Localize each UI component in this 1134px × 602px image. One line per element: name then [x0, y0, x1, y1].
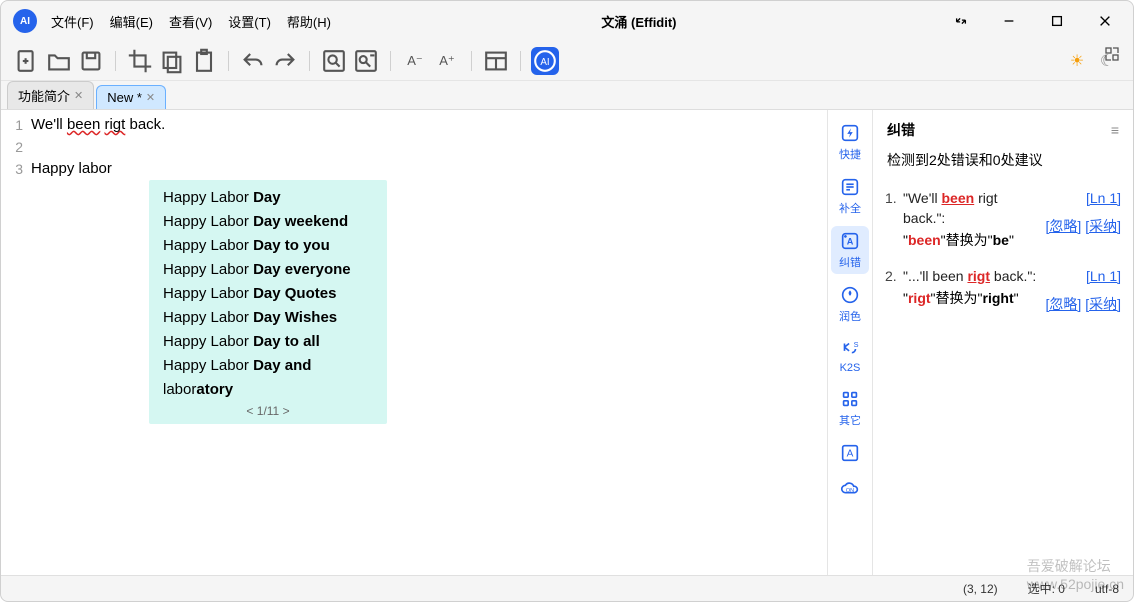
menu-item[interactable]: 设置(T) — [222, 8, 277, 35]
svg-text:S: S — [854, 340, 859, 349]
status-bar: (3, 12) 选中: 0 utf-8 — [1, 575, 1133, 601]
issue-ignore-link[interactable]: [忽略] — [1046, 218, 1082, 234]
window-title: 文涌 (Effidit) — [337, 12, 941, 31]
menu-item[interactable]: 帮助(H) — [281, 8, 337, 35]
suggestion-item[interactable]: Happy Labor Day — [149, 186, 387, 210]
panel-menu-icon[interactable]: ≡ — [1111, 122, 1119, 138]
panel-summary: 检测到2处错误和0处建议 — [873, 146, 1133, 180]
crop-button[interactable] — [126, 47, 154, 75]
svg-text:A: A — [847, 237, 854, 247]
editor-area[interactable]: 1We'll been rigt back.23Happy labor Happ… — [1, 110, 827, 575]
issue-line-link[interactable]: [Ln 1] — [1086, 266, 1121, 286]
ai-button[interactable]: AI — [531, 47, 559, 75]
suggestion-item[interactable]: Happy Labor Day to all — [149, 330, 387, 354]
menu-item[interactable]: 编辑(E) — [104, 8, 159, 35]
light-theme-button[interactable]: ☀ — [1063, 47, 1091, 75]
svg-text:AI: AI — [540, 57, 549, 68]
tab-close-icon[interactable]: ✕ — [74, 89, 83, 102]
new-file-button[interactable] — [13, 47, 41, 75]
editor-line[interactable]: 3Happy labor — [1, 158, 827, 180]
suggestion-item[interactable]: Happy Labor Day and — [149, 354, 387, 378]
decrease-font-button[interactable]: A⁻ — [401, 47, 429, 75]
paste-button[interactable] — [190, 47, 218, 75]
close-button[interactable] — [1085, 6, 1125, 36]
sidebar-item-grid[interactable]: 其它 — [831, 384, 869, 432]
sidebar-item-k2s[interactable]: SK2S — [831, 334, 869, 378]
issue-accept-link[interactable]: [采纳] — [1085, 218, 1121, 234]
open-file-button[interactable] — [45, 47, 73, 75]
svg-text:A: A — [847, 449, 854, 460]
issue-item: 2."...'ll been rigt back.":"rigt"替换为"rig… — [881, 258, 1125, 322]
suggestion-item[interactable]: Happy Labor Day to you — [149, 234, 387, 258]
sidebar-item-bolt[interactable]: 快捷 — [831, 118, 869, 166]
suggestion-item[interactable]: Happy Labor Day Wishes — [149, 306, 387, 330]
sidebar-extra-a[interactable]: A — [831, 438, 869, 468]
fullscreen-button[interactable] — [941, 6, 981, 36]
sidebar-item-complete[interactable]: 补全 — [831, 172, 869, 220]
expand-panel-icon[interactable] — [1104, 46, 1120, 67]
line-number: 2 — [1, 136, 31, 158]
suggestion-pager[interactable]: < 1/11 > — [149, 402, 387, 418]
editor-line[interactable]: 2 — [1, 136, 827, 158]
copy-button[interactable] — [158, 47, 186, 75]
suggestion-item[interactable]: laboratory — [149, 378, 387, 402]
panel-title: 纠错 — [887, 120, 915, 140]
find-button[interactable] — [320, 47, 348, 75]
issue-accept-link[interactable]: [采纳] — [1085, 296, 1121, 312]
selection-count: 选中: 0 — [1028, 580, 1065, 597]
minimize-button[interactable] — [989, 6, 1029, 36]
maximize-button[interactable] — [1037, 6, 1077, 36]
toolbar: A⁻ A⁺ AI ☀ ☾ — [1, 41, 1133, 81]
sidebar-item-correct[interactable]: A纠错 — [831, 226, 869, 274]
svg-text:ON: ON — [846, 488, 854, 494]
issue-item: 1."We'll been rigt back.":"been"替换为"be"[… — [881, 180, 1125, 258]
undo-button[interactable] — [239, 47, 267, 75]
sidebar-extra-cloud[interactable]: ON — [831, 474, 869, 504]
replace-button[interactable] — [352, 47, 380, 75]
issue-ignore-link[interactable]: [忽略] — [1046, 296, 1082, 312]
menu-item[interactable]: 文件(F) — [45, 8, 100, 35]
tab-bar: 功能简介✕New *✕ — [1, 81, 1133, 109]
suggestion-popup: Happy Labor DayHappy Labor Day weekendHa… — [149, 180, 387, 424]
suggestion-item[interactable]: Happy Labor Day everyone — [149, 258, 387, 282]
editor-line[interactable]: 1We'll been rigt back. — [1, 114, 827, 136]
save-button[interactable] — [77, 47, 105, 75]
issue-line-link[interactable]: [Ln 1] — [1086, 188, 1121, 208]
tab-close-icon[interactable]: ✕ — [146, 91, 155, 104]
increase-font-button[interactable]: A⁺ — [433, 47, 461, 75]
line-number: 1 — [1, 114, 31, 136]
cursor-position: (3, 12) — [963, 582, 998, 596]
suggestion-item[interactable]: Happy Labor Day Quotes — [149, 282, 387, 306]
sidebar-item-polish[interactable]: 润色 — [831, 280, 869, 328]
redo-button[interactable] — [271, 47, 299, 75]
line-number: 3 — [1, 158, 31, 180]
tab[interactable]: 功能简介✕ — [7, 81, 94, 109]
app-icon: AI — [13, 9, 37, 33]
menu-item[interactable]: 查看(V) — [163, 8, 218, 35]
suggestion-item[interactable]: Happy Labor Day weekend — [149, 210, 387, 234]
feature-sidebar: 快捷补全 A纠错润色 SK2S 其它 A ON — [827, 110, 873, 575]
layout-button[interactable] — [482, 47, 510, 75]
titlebar: AI 文件(F)编辑(E)查看(V)设置(T)帮助(H) 文涌 (Effidit… — [1, 1, 1133, 41]
encoding: utf-8 — [1095, 582, 1119, 596]
menu-bar: 文件(F)编辑(E)查看(V)设置(T)帮助(H) — [45, 8, 337, 35]
tab[interactable]: New *✕ — [96, 85, 166, 109]
correction-panel: 纠错 ≡ 检测到2处错误和0处建议 1."We'll been rigt bac… — [873, 110, 1133, 575]
